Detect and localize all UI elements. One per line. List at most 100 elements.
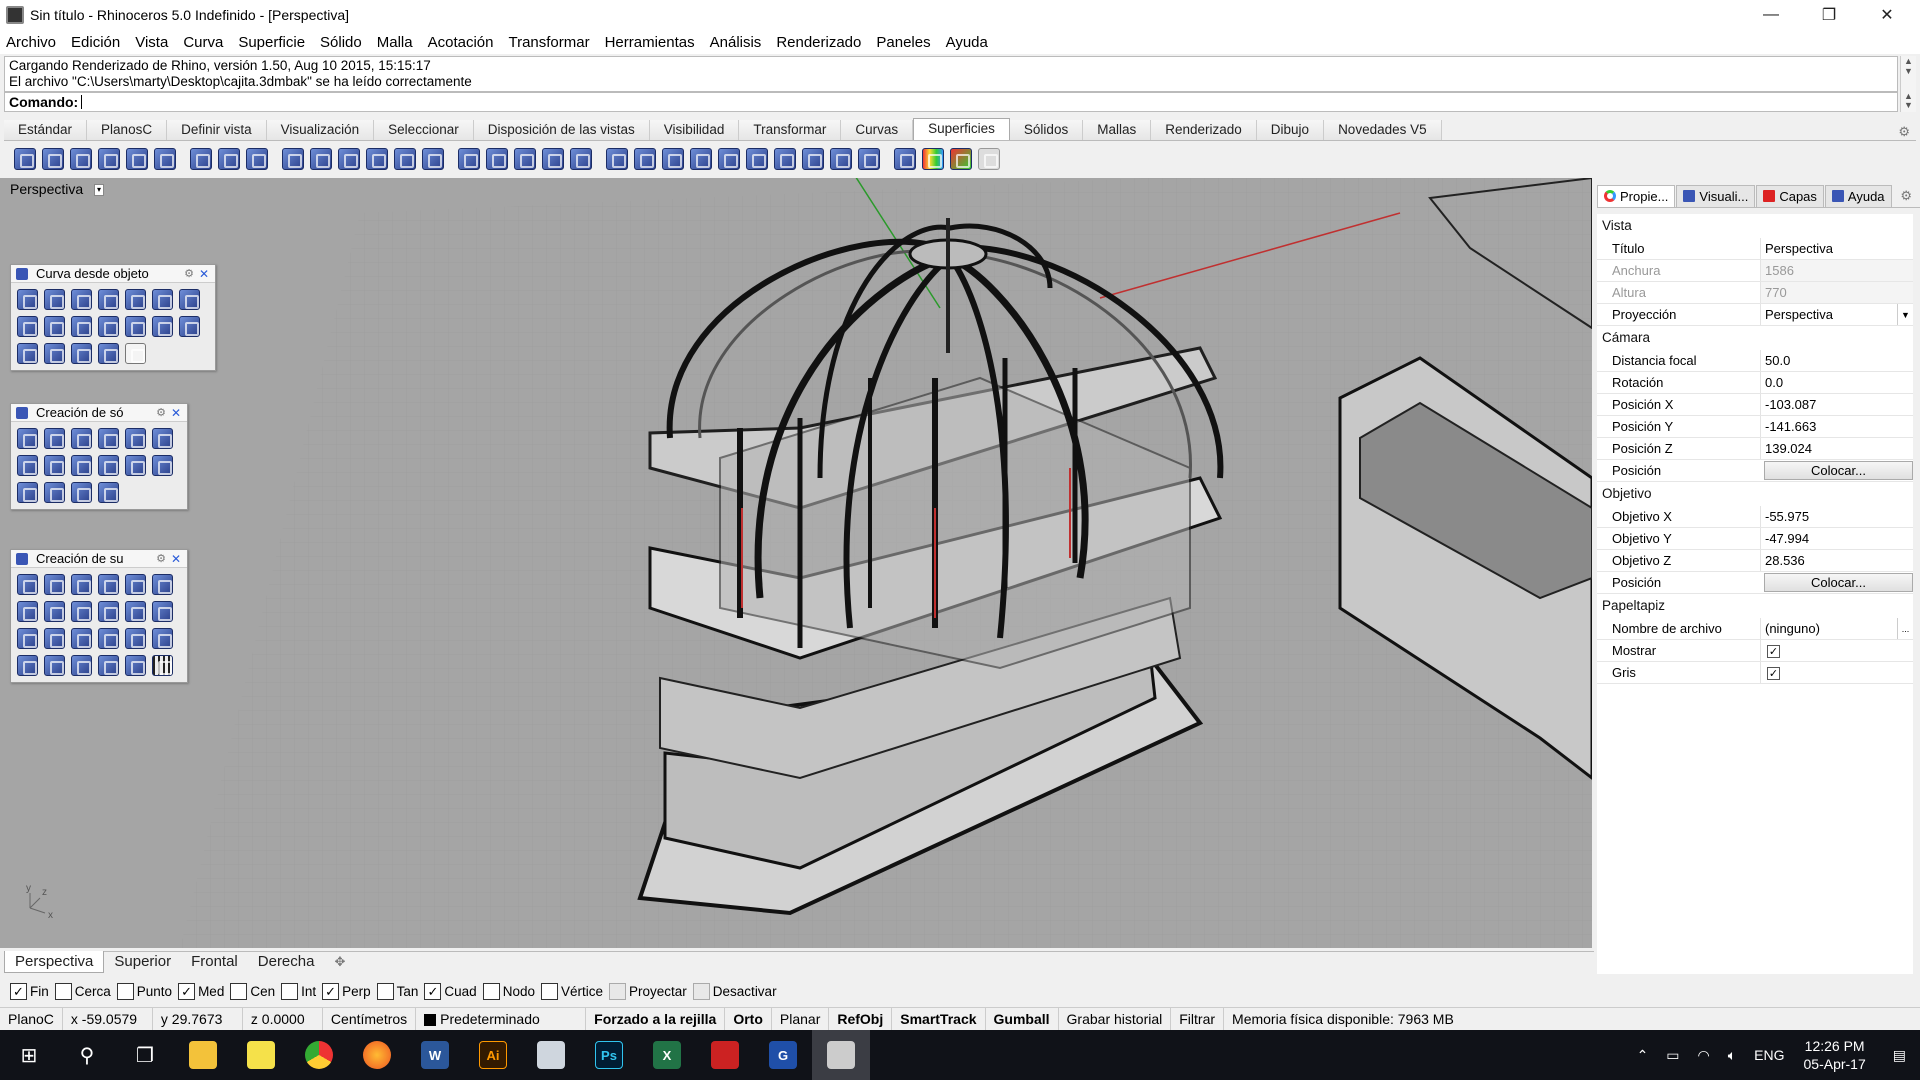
osnap-checkbox[interactable]: ✓ [424, 982, 442, 1000]
tab-ayuda[interactable]: Ayuda [1824, 184, 1892, 207]
section-icon[interactable] [179, 289, 200, 310]
extrude-straight-icon[interactable] [71, 601, 92, 622]
battery-icon[interactable]: ▭ [1666, 1047, 1679, 1064]
gear-icon[interactable]: ⚙ [184, 267, 194, 280]
prop-distancia-focal[interactable]: Distancia focal 50.0 [1597, 350, 1913, 372]
fit-srf-icon[interactable] [125, 655, 146, 676]
app-icon[interactable] [522, 1030, 580, 1080]
osnap-checkbox[interactable]: ✓ [10, 982, 27, 1000]
rebuild-surface-icon[interactable] [542, 148, 564, 170]
surface-patch-icon[interactable] [125, 574, 146, 595]
menu-malla[interactable]: Malla [377, 34, 413, 51]
toolbar-options-gear-icon[interactable]: ⚙ [1898, 124, 1910, 140]
tab-visualizacion[interactable]: Visualización [266, 120, 375, 140]
tab-mallas[interactable]: Mallas [1083, 120, 1152, 140]
environment-map-icon[interactable] [950, 148, 972, 170]
connect-surface-icon[interactable] [802, 148, 824, 170]
planar-surface-icon[interactable] [71, 574, 92, 595]
tab-view-derecha[interactable]: Derecha [248, 951, 325, 973]
illustrator-icon[interactable]: Ai [464, 1030, 522, 1080]
place-target-button[interactable]: Colocar... [1764, 573, 1913, 592]
tab-curvas[interactable]: Curvas [841, 120, 914, 140]
tab-disposicion-vistas[interactable]: Disposición de las vistas [473, 120, 650, 140]
tab-estandar[interactable]: Estándar [4, 120, 88, 140]
status-history-toggle[interactable]: Grabar historial [1059, 1007, 1172, 1030]
status-layer[interactable]: Predeterminado [416, 1007, 587, 1030]
osnap-punto[interactable]: Punto [116, 982, 172, 1000]
prop-proyeccion[interactable]: Proyección Perspectiva ▼ [1597, 304, 1913, 326]
menu-edicion[interactable]: Edición [71, 34, 120, 51]
flow-along-surface-icon[interactable] [774, 148, 796, 170]
prop-value[interactable]: Perspectiva [1760, 238, 1913, 259]
perspective-viewport[interactable]: z x y [0, 178, 1592, 948]
chamfer-surface-icon[interactable] [458, 148, 480, 170]
prop-objetivo-y[interactable]: Objetivo Y -47.994 [1597, 528, 1913, 550]
tab-visualizacion-panel[interactable]: Visuali... [1676, 184, 1756, 207]
prop-gris[interactable]: Gris ✓ [1597, 662, 1913, 684]
osnap-checkbox[interactable] [609, 982, 627, 1000]
menu-superficie[interactable]: Superficie [238, 34, 305, 51]
osnap-checkbox[interactable] [54, 982, 72, 1000]
truncated-pyramid-icon[interactable] [98, 455, 119, 476]
revolve-icon[interactable] [282, 148, 304, 170]
windows-start-icon[interactable]: ⊞ [0, 1030, 58, 1080]
prop-value[interactable]: -103.087 [1760, 394, 1913, 415]
firefox-icon[interactable] [348, 1030, 406, 1080]
points-cloud-icon[interactable] [44, 343, 65, 364]
close-icon[interactable]: ✕ [171, 552, 181, 566]
paraboloid-icon[interactable] [152, 428, 173, 449]
menu-analisis[interactable]: Análisis [710, 34, 762, 51]
surface-analysis-icon[interactable] [858, 148, 880, 170]
status-units[interactable]: Centímetros [323, 1007, 417, 1030]
tab-solidos[interactable]: Sólidos [1009, 120, 1084, 140]
prop-posicion-x[interactable]: Posición X -103.087 [1597, 394, 1913, 416]
slab-icon[interactable] [71, 482, 92, 503]
wire-box-icon[interactable] [125, 343, 146, 364]
untrim-icon[interactable] [662, 148, 684, 170]
intersect-icon[interactable] [125, 289, 146, 310]
viewport-title[interactable]: Perspectiva [10, 181, 83, 197]
create-uv-icon[interactable] [98, 343, 119, 364]
command-scrollbar[interactable]: ▲ ▼ [1900, 92, 1916, 112]
network-surface-icon[interactable] [98, 574, 119, 595]
language-indicator[interactable]: ENG [1754, 1047, 1784, 1063]
rhino-taskbar-icon[interactable] [812, 1030, 870, 1080]
prop-value[interactable]: 139.024 [1760, 438, 1913, 459]
text-object-icon[interactable] [98, 482, 119, 503]
extract-wireframe-icon[interactable] [44, 316, 65, 337]
prop-objetivo-x[interactable]: Objetivo X -55.975 [1597, 506, 1913, 528]
prop-nombre-archivo[interactable]: Nombre de archivo (ninguno)... [1597, 618, 1913, 640]
fillet-surface-icon[interactable] [422, 148, 444, 170]
split-surface-icon[interactable] [690, 148, 712, 170]
osnap-checkbox[interactable] [230, 982, 248, 1000]
zebra-icon[interactable] [894, 148, 916, 170]
project-curve-icon[interactable] [71, 289, 92, 310]
isocurve-icon[interactable] [830, 148, 852, 170]
patch-srf-icon[interactable] [98, 655, 119, 676]
mostrar-checkbox[interactable]: ✓ [1767, 645, 1780, 659]
menu-archivo[interactable]: Archivo [6, 34, 56, 51]
status-grid-snap-toggle[interactable]: Forzado a la rejilla [586, 1007, 726, 1030]
osnap-cuad[interactable]: ✓ Cuad [424, 982, 477, 1000]
prop-mostrar[interactable]: Mostrar ✓ [1597, 640, 1913, 662]
duplicate-border-icon[interactable] [44, 289, 65, 310]
rectangle-plane-icon[interactable] [17, 601, 38, 622]
sweep-one-two-icon[interactable] [17, 655, 38, 676]
gear-icon[interactable]: ⚙ [156, 406, 166, 419]
status-ortho-toggle[interactable]: Orto [725, 1007, 772, 1030]
box-icon[interactable] [17, 428, 38, 449]
osnap-checkbox[interactable]: ✓ [178, 982, 196, 1000]
point-grid-icon[interactable] [152, 601, 173, 622]
gris-checkbox[interactable]: ✓ [1767, 667, 1780, 681]
drape-icon[interactable] [98, 601, 119, 622]
blend-srf-icon[interactable] [71, 655, 92, 676]
rhino-app-icon[interactable] [6, 6, 24, 24]
tab-visibilidad[interactable]: Visibilidad [649, 120, 740, 140]
osnap-checkbox[interactable] [116, 982, 134, 1000]
planar-curves-icon[interactable] [70, 148, 92, 170]
pipe-icon[interactable] [17, 482, 38, 503]
osnap-checkbox[interactable] [376, 982, 394, 1000]
osnap-cerca[interactable]: Cerca [54, 982, 111, 1000]
menu-herramientas[interactable]: Herramientas [605, 34, 695, 51]
make-2d-icon[interactable] [17, 343, 38, 364]
